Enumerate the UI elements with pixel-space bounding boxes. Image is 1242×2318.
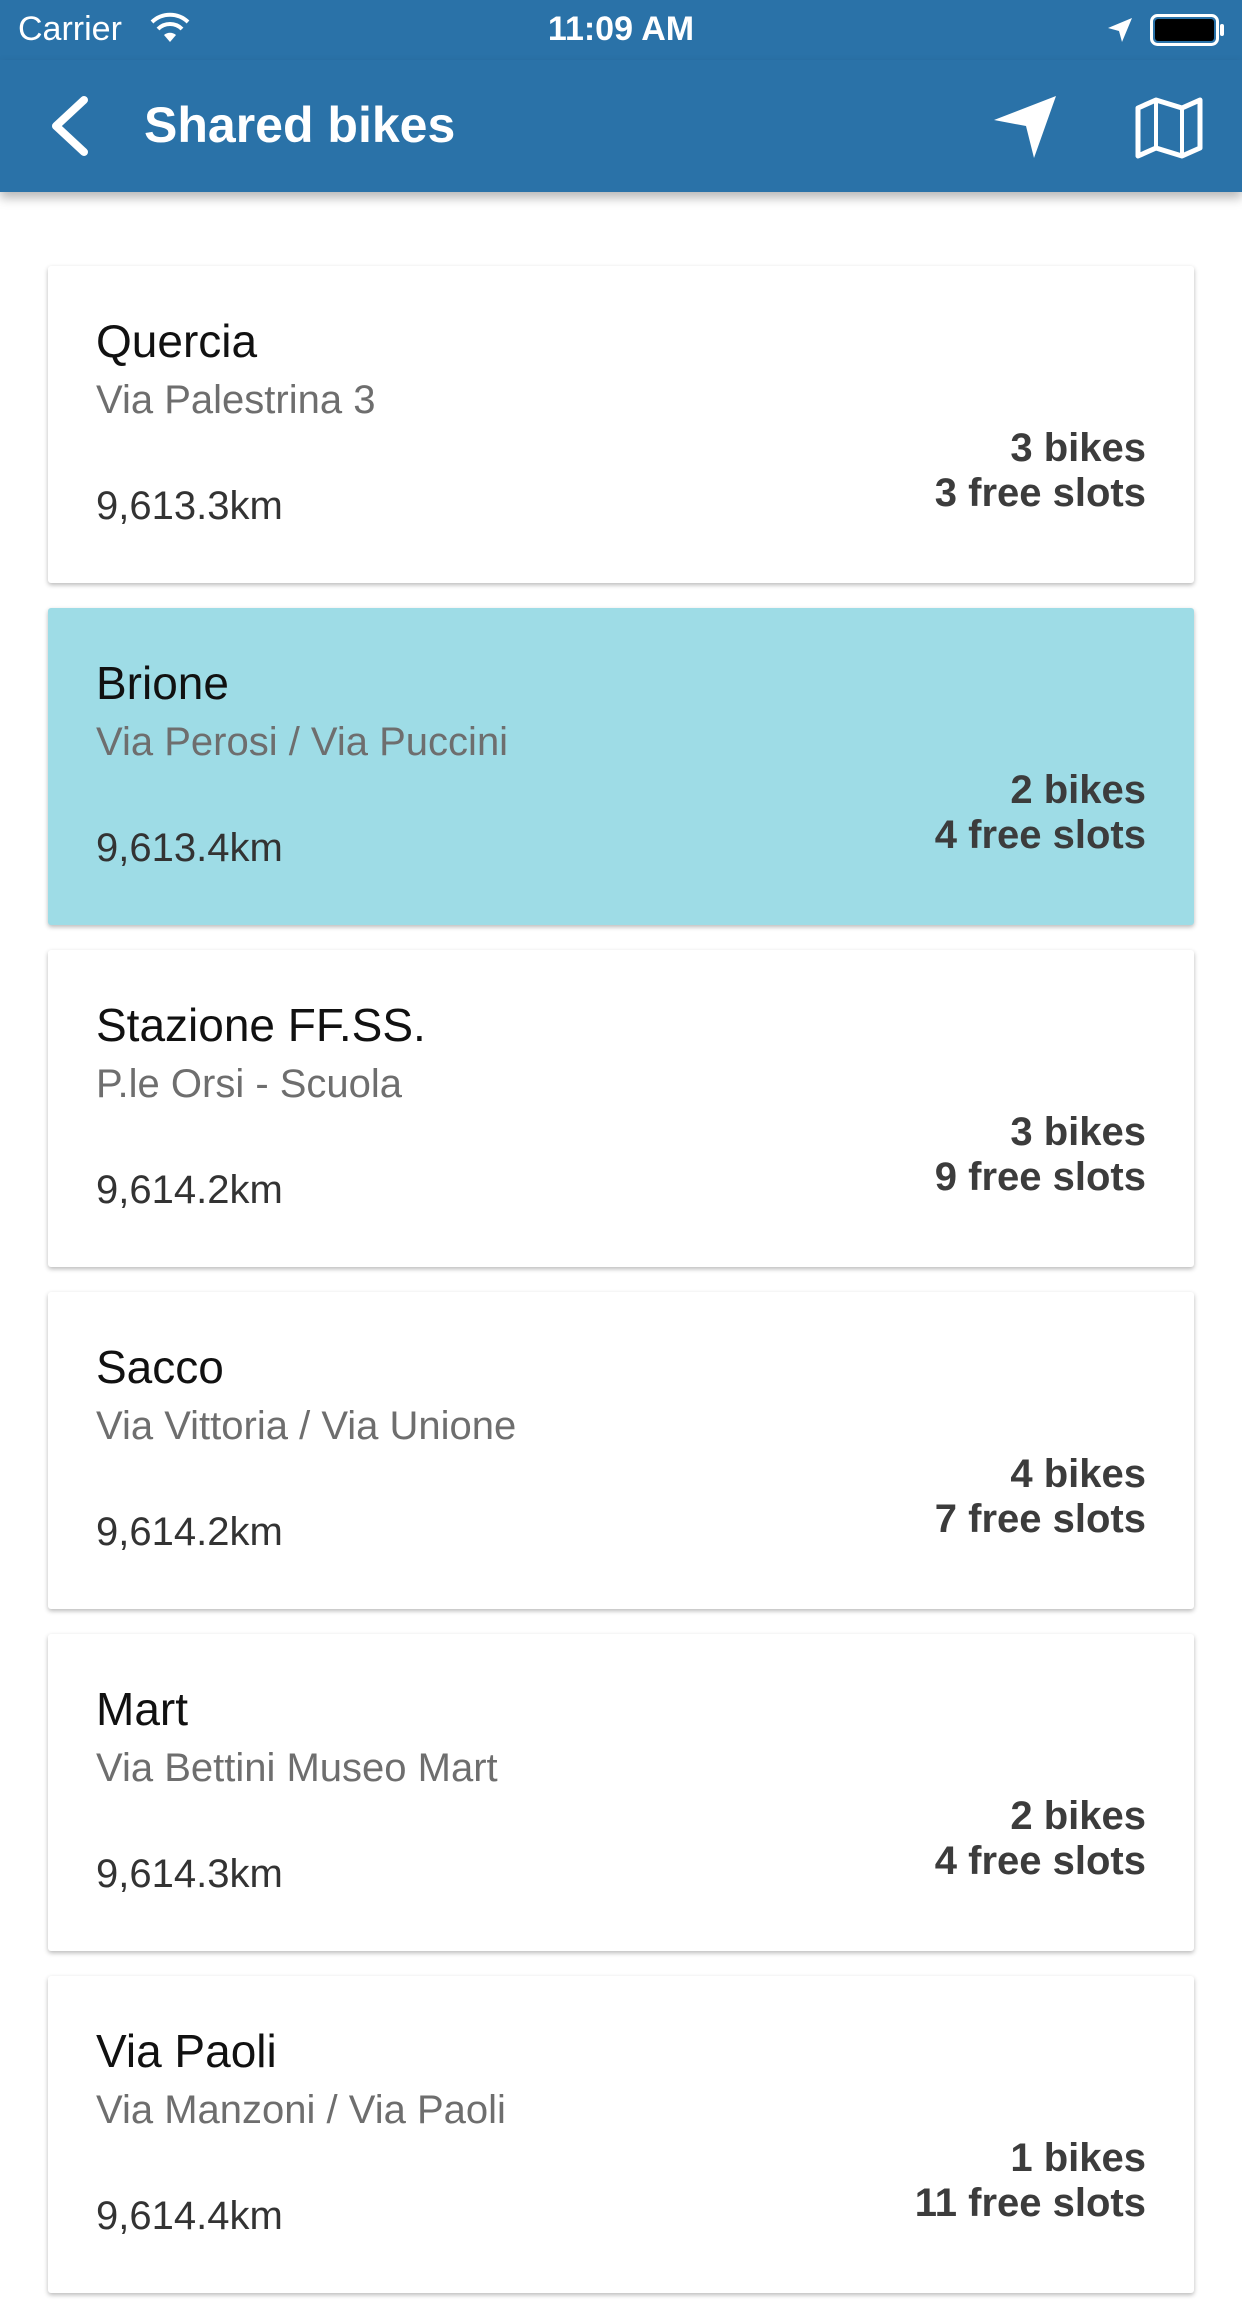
station-card[interactable]: Via Paoli Via Manzoni / Via Paoli 9,614.4k… <box>48 1976 1194 2293</box>
station-distance: 9,613.4km <box>96 826 283 870</box>
map-icon[interactable] <box>1134 96 1204 160</box>
station-name: Stazione FF.SS. <box>96 999 426 1051</box>
page-title: Shared bikes <box>144 97 456 153</box>
station-card[interactable]: Mart Via Bettini Museo Mart 9,614.3km 2 bik… <box>48 1634 1194 1951</box>
free-slots: 4 free slots <box>934 813 1146 857</box>
station-address: Via Palestrina 3 <box>96 378 376 422</box>
station-card[interactable]: Sacco Via Vittoria / Via Unione 9,614.2km 4… <box>48 1292 1194 1609</box>
station-distance: 9,614.2km <box>96 1168 283 1212</box>
station-address: P.le Orsi - Scuola <box>96 1062 403 1106</box>
free-slots: 11 free slots <box>914 2181 1146 2225</box>
station-address: Via Perosi / Via Puccini <box>96 720 509 764</box>
station-distance: 9,614.3km <box>96 1852 283 1896</box>
station-name: Sacco <box>96 1341 224 1393</box>
battery-icon <box>1150 14 1224 46</box>
station-distance: 9,614.2km <box>96 1510 283 1554</box>
navigation-arrow-icon[interactable] <box>990 92 1060 162</box>
station-name: Mart <box>96 1683 188 1735</box>
station-distance: 9,613.3km <box>96 484 283 528</box>
available-bikes: 2 bikes <box>1010 768 1146 812</box>
available-bikes: 2 bikes <box>1010 1794 1146 1838</box>
station-distance: 9,614.4km <box>96 2194 283 2238</box>
available-bikes: 4 bikes <box>1010 1452 1146 1496</box>
available-bikes: 3 bikes <box>1010 426 1146 470</box>
free-slots: 4 free slots <box>934 1839 1146 1883</box>
back-chevron-icon[interactable] <box>44 94 100 158</box>
station-name: Quercia <box>96 315 258 367</box>
station-name: Via Paoli <box>96 2025 277 2077</box>
station-card[interactable]: Brione Via Perosi / Via Puccini 9,613.4km 2… <box>48 608 1194 925</box>
station-address: Via Bettini Museo Mart <box>96 1746 498 1790</box>
available-bikes: 3 bikes <box>1010 1110 1146 1154</box>
location-arrow-icon <box>1108 18 1132 42</box>
station-card[interactable]: Stazione FF.SS. P.le Orsi - Scuola 9,614.2… <box>48 950 1194 1267</box>
app-bar: Shared bikes <box>0 60 1242 192</box>
free-slots: 9 free slots <box>934 1155 1146 1199</box>
station-name: Brione <box>96 657 229 709</box>
station-address: Via Manzoni / Via Paoli <box>96 2088 506 2132</box>
free-slots: 3 free slots <box>934 471 1146 515</box>
station-card[interactable]: Quercia Via Palestrina 3 9,613.3km 3 bikes 3… <box>48 266 1194 583</box>
clock: 11:09 AM <box>547 10 695 48</box>
free-slots: 7 free slots <box>934 1497 1146 1541</box>
available-bikes: 1 bikes <box>1010 2136 1146 2180</box>
station-address: Via Vittoria / Via Unione <box>96 1404 517 1448</box>
status-bar: Carrier 11:09 AM <box>0 0 1242 60</box>
station-list: Quercia Via Palestrina 3 9,613.3km 3 bikes 3… <box>48 266 1194 2318</box>
